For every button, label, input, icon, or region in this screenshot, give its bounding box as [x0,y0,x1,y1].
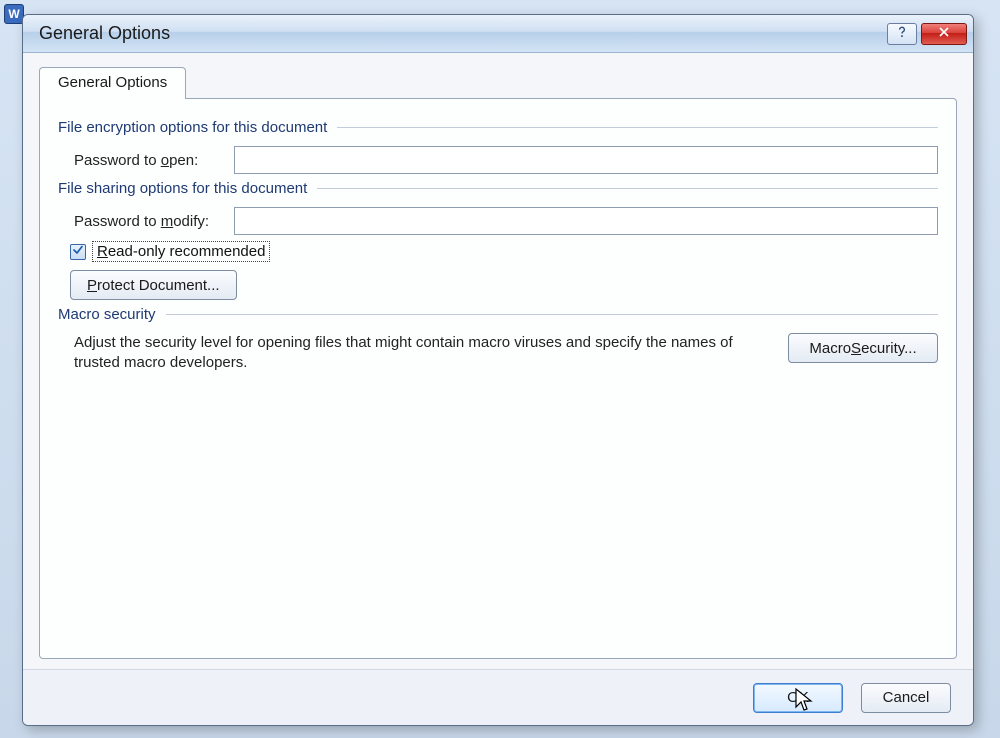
password-open-input[interactable] [234,146,938,174]
close-button[interactable] [921,23,967,45]
readonly-checkbox[interactable] [70,244,86,260]
parent-app-icon: W [4,4,24,24]
protect-document-row: Protect Document... [70,270,938,300]
password-open-label: Password to open: [74,152,234,169]
dialog-title: General Options [39,23,883,44]
macro-security-button[interactable]: Macro Security... [788,333,938,363]
readonly-checkbox-row[interactable]: Read-only recommended [70,241,938,262]
tabstrip: General Options [39,67,957,98]
group-macro-security: Macro security [58,306,938,323]
tab-general-options[interactable]: General Options [39,67,186,99]
protect-document-button[interactable]: Protect Document... [70,270,237,300]
password-open-row: Password to open: [74,146,938,174]
check-icon [72,243,84,260]
readonly-label: Read-only recommended [92,241,270,262]
dialog-titlebar: General Options [23,15,973,53]
password-modify-row: Password to modify: [74,207,938,235]
password-modify-input[interactable] [234,207,938,235]
group-file-sharing: File sharing options for this document [58,180,938,197]
macro-description: Adjust the security level for opening fi… [74,333,772,374]
password-modify-label: Password to modify: [74,213,234,230]
help-icon [895,25,909,43]
macro-row: Adjust the security level for opening fi… [74,333,938,374]
cancel-button[interactable]: Cancel [861,683,951,713]
ok-button[interactable]: OK [753,683,843,713]
close-icon [937,25,951,43]
help-button[interactable] [887,23,917,45]
tab-panel: File encryption options for this documen… [39,98,957,659]
dialog-client-area: General Options File encryption options … [23,53,973,669]
general-options-dialog: General Options General Options File enc… [22,14,974,726]
group-file-encryption: File encryption options for this documen… [58,119,938,136]
dialog-footer: OK Cancel [23,669,973,725]
